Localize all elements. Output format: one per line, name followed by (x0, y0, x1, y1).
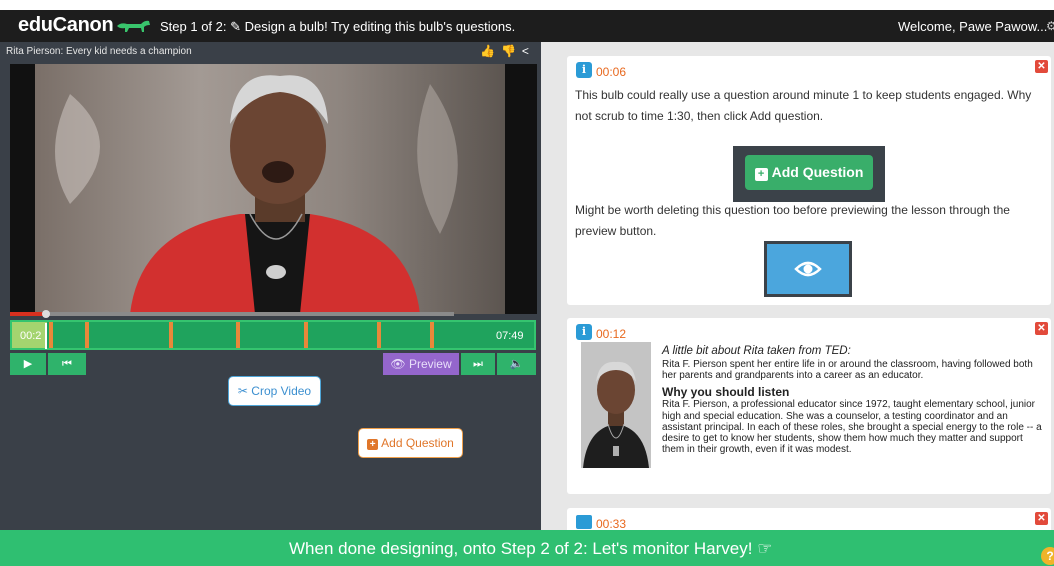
eye-icon (794, 261, 822, 277)
preview-label: Preview (408, 357, 452, 371)
scrub-progress (10, 312, 46, 316)
question-text-2: Might be worth deleting this question to… (575, 203, 1010, 238)
info-icon: i (576, 324, 592, 340)
crop-video-label: Crop Video (251, 384, 312, 398)
speaker-bio: A little bit about Rita taken from TED: … (662, 344, 1042, 455)
question-marker[interactable] (377, 322, 382, 348)
gear-icon[interactable]: ⚙ (1046, 19, 1054, 33)
keyboard-icon (576, 515, 592, 529)
plus-icon: + (367, 439, 379, 450)
volume-button[interactable]: 🔈 (497, 353, 536, 375)
play-icon: ▶ (23, 358, 33, 370)
volume-icon: 🔈 (509, 358, 524, 370)
question-marker[interactable] (85, 322, 90, 348)
plus-icon: + (754, 168, 768, 181)
delete-question-icon[interactable]: ✕ (1035, 60, 1048, 73)
help-icon[interactable]: ? (1041, 547, 1054, 565)
question-marker[interactable] (236, 322, 241, 348)
speaker-portrait (581, 342, 651, 468)
video-actions: 👍👎< (480, 44, 535, 58)
dachshund-icon (117, 20, 150, 32)
question-time[interactable]: 00:33 (596, 517, 626, 531)
preview-example (764, 241, 852, 297)
preview-button-large[interactable] (767, 244, 849, 294)
question-card[interactable]: i 00:06 ✕ This bulb could really use a q… (567, 56, 1051, 305)
question-marker[interactable] (168, 322, 173, 348)
end-time: 07:49 (496, 330, 524, 342)
question-marker[interactable] (48, 322, 53, 348)
step-instructions: Step 1 of 2: ✎ Design a bulb! Try editin… (160, 19, 516, 34)
eye-icon: 👁 (390, 357, 406, 371)
bio-heading: Why you should listen (662, 385, 790, 400)
info-icon: i (576, 62, 592, 78)
skip-forward-button[interactable]: ⏭ (461, 353, 495, 375)
question-time[interactable]: 00:06 (596, 65, 626, 79)
add-question-button-large[interactable]: + Add Question (745, 155, 873, 190)
video-frame (10, 64, 537, 314)
rewind-button[interactable]: ⏮ (48, 353, 86, 375)
delete-question-icon[interactable]: ✕ (1035, 512, 1048, 525)
bio-intro-body: Rita F. Pierson spent her entire life in… (662, 359, 1033, 382)
add-question-label: Add Question (381, 436, 454, 450)
welcome-user[interactable]: Welcome, Pawe Pawow... (898, 19, 1047, 34)
questions-panel: i 00:06 ✕ This bulb could really use a q… (541, 42, 1054, 548)
scrub-handle[interactable] (42, 310, 50, 318)
thumbs-up-icon[interactable]: 👍 (480, 44, 501, 58)
logo[interactable]: eduCanon (18, 14, 114, 37)
top-bar: eduCanon Step 1 of 2: ✎ Design a bulb! T… (0, 10, 1054, 42)
thumbs-down-icon[interactable]: 👎 (501, 44, 522, 58)
skip-forward-icon: ⏭ (473, 358, 483, 370)
preview-button[interactable]: 👁 Preview (383, 353, 459, 375)
bio-intro: A little bit about Rita taken from TED: (662, 345, 851, 357)
add-question-preview: + Add Question (733, 146, 885, 202)
question-marker[interactable] (429, 322, 434, 348)
video-editor-panel: Rita Pierson: Every kid needs a champion… (0, 42, 541, 530)
add-question-button[interactable]: + Add Question (358, 428, 463, 458)
question-card[interactable]: i 00:12 ✕ A little bit about Rita taken … (567, 318, 1051, 494)
video-player[interactable] (10, 64, 537, 314)
next-step-link[interactable]: When done designing, onto Step 2 of 2: L… (289, 539, 772, 559)
question-timeline[interactable]: 00:2 07:49 (10, 320, 536, 350)
bio-body: Rita F. Pierson, a professional educator… (662, 399, 1042, 456)
question-text: This bulb could really use a question ar… (575, 88, 1032, 123)
scissors-icon: ✂ (237, 384, 248, 398)
scrub-track[interactable] (10, 312, 454, 316)
crop-video-button[interactable]: ✂ Crop Video (228, 376, 321, 406)
video-title: Rita Pierson: Every kid needs a champion (6, 46, 192, 57)
skip-back-icon: ⏮ (62, 358, 72, 370)
play-button[interactable]: ▶ (10, 353, 46, 375)
question-marker[interactable] (304, 322, 309, 348)
question-time[interactable]: 00:12 (596, 327, 626, 341)
add-question-large-label: Add Question (771, 164, 864, 180)
next-step-bar[interactable]: When done designing, onto Step 2 of 2: L… (0, 530, 1054, 566)
current-time: 00:2 (20, 330, 42, 342)
share-icon[interactable]: < (522, 44, 535, 58)
delete-question-icon[interactable]: ✕ (1035, 322, 1048, 335)
timeline-cursor[interactable] (45, 323, 48, 349)
